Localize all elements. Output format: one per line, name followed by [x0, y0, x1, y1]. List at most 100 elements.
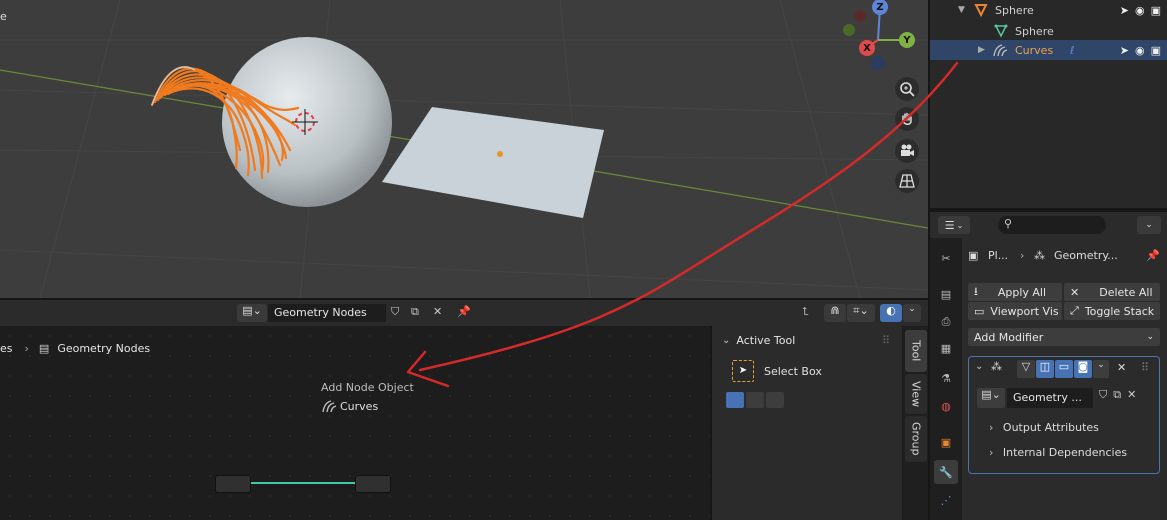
outliner-row-sphere-object[interactable]: ▼ Sphere ➤ ◉ ▣ [930, 0, 1167, 20]
delete-all-button[interactable]: ✕ Delete All [1064, 283, 1160, 301]
active-tool-header[interactable]: ⌄ Active Tool [722, 334, 795, 347]
object-triangle-icon [974, 4, 988, 17]
toggle-stack-button[interactable]: ⤢ Toggle Stack [1064, 302, 1160, 320]
properties-tabs: ✂ ▤ ⎙ ▦ ⚗ ◍ ▣ 🔧 ⋰ [930, 238, 962, 520]
tab-view[interactable]: View [905, 374, 927, 414]
node-tree-name-field[interactable]: Geometry Nodes [268, 304, 386, 322]
tab-modifiers[interactable]: 🔧 [934, 460, 958, 484]
snap-target-dropdown[interactable]: ⌗⌄ [847, 304, 875, 322]
editor-type-dropdown[interactable]: ☰ ⌄ [938, 216, 970, 234]
cage-toggle[interactable]: ◫ [1036, 360, 1054, 378]
modifier-wrench-icon: ℓ [1070, 43, 1075, 57]
expand-arrows-icon: ⤢ [1070, 304, 1079, 317]
internal-dependencies-subpanel[interactable]: › Internal Dependencies [989, 446, 1127, 462]
output-attributes-subpanel[interactable]: › Output Attributes [989, 421, 1099, 437]
add-modifier-dropdown[interactable]: Add Modifier ⌄ [968, 328, 1160, 346]
mode-subtract-button[interactable] [766, 392, 784, 408]
image-stack-icon: ▦ [940, 341, 952, 355]
pin-icon[interactable]: 📌 [457, 305, 471, 318]
plane-object[interactable] [382, 107, 604, 218]
gizmo-x[interactable]: X [859, 40, 875, 56]
eye-icon[interactable]: ◉ [1135, 44, 1145, 57]
active-tool-row[interactable]: ➤ Select Box [732, 360, 822, 382]
modifier-toggle-group: ▽ ◫ ▭ ◙ [1017, 360, 1093, 378]
overlays-dropdown[interactable]: ⌄ [903, 304, 921, 322]
visibility-icons: ➤ ◉ ▣ [1120, 4, 1161, 17]
node-tree-type-dropdown[interactable]: ▤⌄ [237, 304, 267, 322]
eye-icon[interactable]: ◉ [1135, 4, 1145, 17]
tab-tool[interactable]: Tool [905, 330, 927, 372]
tool-name-label: Select Box [764, 364, 822, 378]
viewport-scene [0, 0, 928, 298]
drag-handle-icon[interactable]: ⠿ [882, 334, 890, 347]
edit-mode-toggle[interactable]: ▽ [1017, 360, 1035, 378]
render-icon: ▤ [940, 287, 952, 301]
tab-group[interactable]: Group [905, 416, 927, 462]
unlink-close-icon[interactable]: ✕ [433, 305, 442, 318]
remove-modifier-close-icon[interactable]: ✕ [1117, 361, 1126, 374]
render-toggle[interactable]: ◙ [1074, 360, 1092, 378]
outliner[interactable]: ▼ Sphere ➤ ◉ ▣ Sphere ▶ Curves ℓ ➤ ◉ ▣ [930, 0, 1167, 208]
tab-view-layer[interactable]: ▦ [934, 336, 958, 360]
tool-icon: ✂ [941, 251, 951, 265]
camera-icon [901, 144, 914, 156]
mode-extend-button[interactable] [746, 392, 764, 408]
blender-window: e Z Y X ▼ Sphere ➤ ◉ ▣ Sphere ▶ Curves ℓ… [0, 0, 1167, 520]
overlays-toggle[interactable]: ◐ [880, 304, 902, 322]
unlink-close-icon[interactable]: ✕ [1127, 388, 1136, 408]
properties-search-input[interactable]: ⚲ [998, 216, 1106, 234]
parent-node-tree-icon[interactable]: ⮤ [802, 305, 809, 319]
apply-all-button[interactable]: ⭳ Apply All [968, 283, 1062, 301]
outliner-row-curves[interactable]: ▶ Curves ℓ ➤ ◉ ▣ [930, 40, 1167, 60]
breadcrumb-separator-icon: › [1020, 248, 1025, 262]
geometry-nodes-modifier-panel[interactable]: ⌄ ⁂ ▽ ◫ ▭ ◙ ⌄ ✕ ⠿ ▤⌄ Geometry ... ⛉ ⧉ ✕ [968, 356, 1160, 474]
pan-button[interactable] [895, 107, 919, 131]
outliner-row-sphere-mesh[interactable]: Sphere [930, 21, 1167, 41]
collapse-arrow-icon[interactable]: ⌄ [975, 361, 983, 372]
chevron-down-icon: ⌄ [1146, 332, 1154, 342]
pin-icon[interactable]: 📌 [1146, 249, 1160, 262]
snapping-toggle[interactable]: ⋒ [824, 304, 846, 322]
options-chevron-button[interactable]: ⌄ [1137, 216, 1161, 234]
drag-handle-icon[interactable]: ⠿ [1141, 361, 1149, 374]
viewport-toggle[interactable]: ▭ [1055, 360, 1073, 378]
tab-object[interactable]: ▣ [934, 430, 958, 454]
node-editor-canvas[interactable]: es › ▤ Geometry Nodes Add Node Object Cu… [0, 326, 710, 520]
tab-scene[interactable]: ⚗ [934, 366, 958, 390]
fake-user-shield-icon[interactable]: ⛉ [391, 305, 399, 319]
navigation-gizmo[interactable] [843, 7, 906, 70]
gizmo-y[interactable]: Y [899, 32, 915, 48]
duplicate-icon[interactable]: ⧉ [1113, 388, 1121, 408]
tab-tool[interactable]: ✂ [934, 246, 958, 270]
fake-user-shield-icon[interactable]: ⛉ [1099, 388, 1107, 408]
zoom-button[interactable] [895, 77, 919, 101]
tab-render[interactable]: ▤ [934, 282, 958, 306]
node-tree-dropdown[interactable]: ▤⌄ [977, 388, 1005, 408]
properties-editor[interactable]: ☰ ⌄ ⚲ ⌄ ✂ ▤ ⎙ ▦ ⚗ ◍ ▣ 🔧 ⋰ ▣ Pl... › ⁂ Ge… [930, 212, 1167, 520]
printer-icon: ⎙ [941, 315, 951, 328]
render-camera-icon[interactable]: ▣ [1151, 4, 1161, 17]
tab-particles[interactable]: ⋰ [934, 488, 958, 512]
tab-world[interactable]: ◍ [934, 394, 958, 418]
tab-output[interactable]: ⎙ [934, 310, 958, 334]
render-camera-icon[interactable]: ▣ [1151, 44, 1161, 57]
selection-mode-group [726, 392, 784, 408]
mesh-object-icon: ▣ [968, 248, 979, 262]
zoom-icon [900, 82, 915, 97]
delete-all-label: Delete All [1099, 285, 1153, 299]
node-group-name-field[interactable]: Geometry ... [1007, 388, 1093, 408]
3d-viewport[interactable]: e Z Y X [0, 0, 928, 298]
viewport-vis-button[interactable]: ▭ Viewport Vis [968, 302, 1062, 320]
ortho-toggle-button[interactable] [895, 169, 919, 193]
particles-icon: ⋰ [940, 493, 952, 507]
modifier-options-dropdown[interactable]: ⌄ [1093, 360, 1109, 378]
node-group-selector[interactable]: ▤⌄ Geometry ... ⛉ ⧉ ✕ [977, 388, 1153, 408]
select-arrow-icon[interactable]: ➤ [1120, 4, 1129, 17]
select-arrow-icon[interactable]: ➤ [1120, 44, 1129, 57]
mode-new-button[interactable] [726, 392, 744, 408]
expand-arrow-icon[interactable]: ▼ [958, 5, 965, 15]
duplicate-icon[interactable]: ⧉ [411, 305, 419, 319]
expand-arrow-icon[interactable]: ▶ [978, 45, 985, 55]
curves-icon [993, 44, 1008, 57]
camera-view-button[interactable] [895, 139, 919, 163]
